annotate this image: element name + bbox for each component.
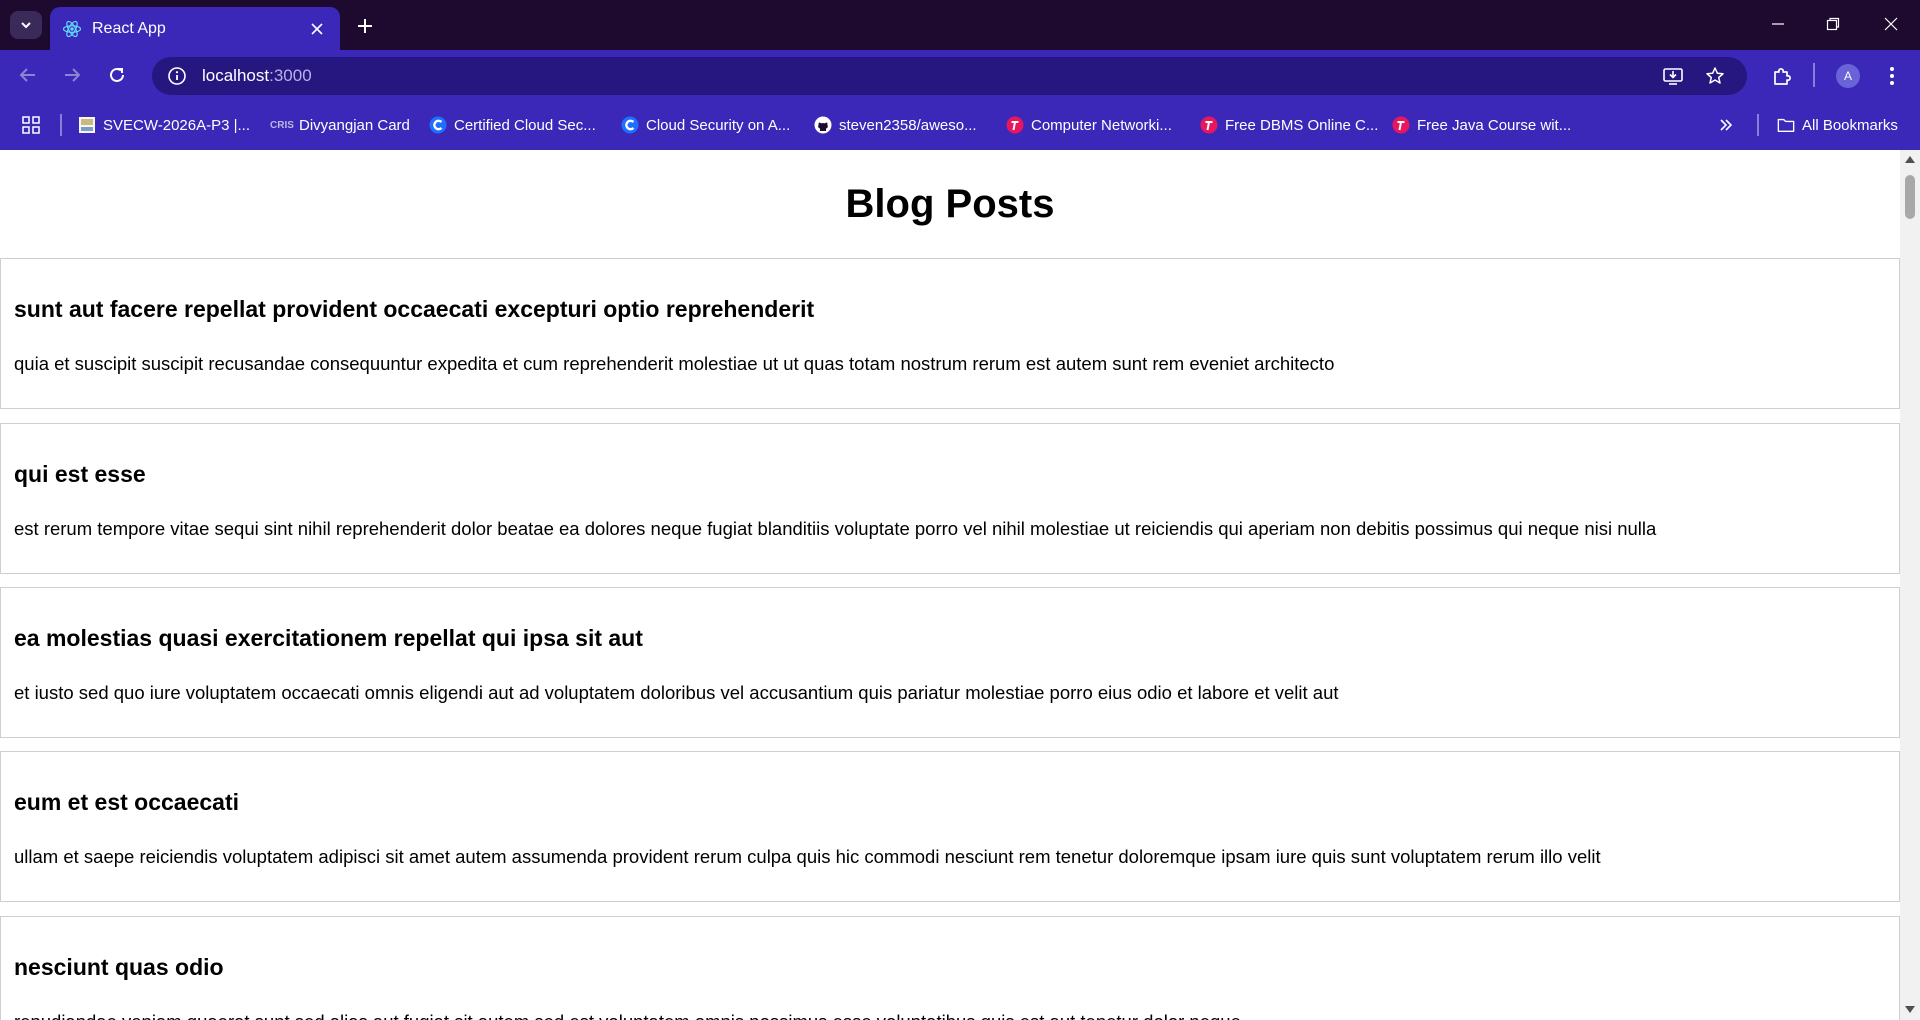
bookmark-label: Free Java Course wit... bbox=[1417, 116, 1572, 134]
post-title: eum et est occaecati bbox=[14, 789, 240, 815]
post-title: sunt aut facere repellat provident occae… bbox=[14, 296, 815, 322]
all-bookmarks-label: All Bookmarks bbox=[1802, 116, 1898, 134]
t-logo-icon bbox=[1200, 116, 1218, 134]
post-title: qui est esse bbox=[14, 461, 146, 487]
close-tab-button[interactable] bbox=[306, 18, 328, 40]
blog-post-card: qui est esse est rerum tempore vitae seq… bbox=[0, 423, 1900, 574]
chevron-down-icon bbox=[21, 22, 31, 29]
apps-grid-icon bbox=[22, 116, 40, 134]
bookmark-divyangjan[interactable]: CRIS Divyangjan Card bbox=[270, 112, 410, 138]
arrow-right-icon bbox=[65, 68, 81, 82]
bookmark-java[interactable]: Free Java Course wit... bbox=[1392, 112, 1571, 138]
bookmark-label: Divyangjan Card bbox=[299, 116, 410, 134]
forward-button[interactable] bbox=[56, 59, 88, 91]
chevron-double-right-icon bbox=[1717, 116, 1735, 134]
scrollbar-thumb[interactable] bbox=[1905, 175, 1915, 219]
close-icon bbox=[1884, 17, 1898, 31]
cris-icon: CRIS bbox=[270, 119, 294, 131]
folder-icon bbox=[1777, 116, 1795, 134]
close-icon bbox=[311, 22, 323, 35]
profile-button[interactable]: A bbox=[1834, 62, 1862, 90]
browser-toolbar: localhost:3000 A bbox=[0, 50, 1920, 100]
bookmark-label: steven2358/aweso... bbox=[839, 116, 977, 134]
toolbar-divider bbox=[1813, 63, 1815, 87]
close-window-button[interactable] bbox=[1871, 8, 1911, 40]
bookmark-label: Certified Cloud Sec... bbox=[454, 116, 596, 134]
bookmarks-divider bbox=[1757, 114, 1759, 136]
tab-title: React App bbox=[92, 19, 166, 37]
star-icon[interactable] bbox=[1702, 63, 1728, 89]
blog-post-card: ea molestias quasi exercitationem repell… bbox=[0, 587, 1900, 738]
all-bookmarks-button[interactable]: All Bookmarks bbox=[1777, 112, 1898, 138]
tab-react-app[interactable]: React App bbox=[50, 7, 340, 50]
url-port: :3000 bbox=[269, 66, 312, 85]
back-button[interactable] bbox=[12, 59, 44, 91]
t-logo-icon bbox=[1006, 116, 1024, 134]
bookmark-label: SVECW-2026A-P3 |... bbox=[103, 116, 251, 134]
bookmark-cloud-security[interactable]: Cloud Security on A... bbox=[621, 112, 790, 138]
bookmark-label: Free DBMS Online C... bbox=[1225, 116, 1379, 134]
page-icon bbox=[78, 116, 96, 134]
bookmark-label: Computer Networki... bbox=[1031, 116, 1172, 134]
c-logo-icon bbox=[621, 116, 639, 134]
scroll-down-arrow-icon[interactable] bbox=[1905, 1006, 1915, 1013]
bookmark-label: Cloud Security on A... bbox=[646, 116, 791, 134]
bookmark-certified-cloud[interactable]: Certified Cloud Sec... bbox=[429, 112, 596, 138]
plus-icon bbox=[358, 19, 372, 33]
kebab-menu-icon bbox=[1890, 67, 1894, 85]
bookmarks-overflow-button[interactable] bbox=[1717, 112, 1742, 138]
address-bar[interactable]: localhost:3000 bbox=[152, 57, 1747, 95]
apps-button[interactable] bbox=[22, 112, 47, 138]
bookmark-svecw[interactable]: SVECW-2026A-P3 |... bbox=[78, 112, 250, 138]
extensions-button[interactable] bbox=[1768, 62, 1796, 90]
post-body: est rerum tempore vitae sequi sint nihil… bbox=[14, 518, 1657, 539]
post-body: ullam et saepe reiciendis voluptatem adi… bbox=[14, 846, 1601, 867]
post-body: repudiandae veniam quaerat sunt sed alia… bbox=[14, 1011, 1241, 1020]
install-app-icon[interactable] bbox=[1660, 63, 1686, 89]
vertical-scrollbar[interactable] bbox=[1900, 150, 1920, 1020]
restore-button[interactable] bbox=[1813, 8, 1853, 40]
post-body: et iusto sed quo iure voluptatem occaeca… bbox=[14, 682, 1339, 703]
arrow-left-icon bbox=[19, 68, 35, 82]
tab-strip: React App bbox=[0, 0, 1920, 50]
github-icon bbox=[814, 116, 832, 134]
reload-icon bbox=[110, 67, 124, 82]
menu-button[interactable] bbox=[1878, 62, 1906, 90]
restore-icon bbox=[1826, 17, 1840, 31]
blog-post-card: nesciunt quas odio repudiandae veniam qu… bbox=[0, 916, 1900, 1020]
post-body: quia et suscipit suscipit recusandae con… bbox=[14, 353, 1335, 374]
site-info-icon[interactable] bbox=[166, 65, 188, 87]
bookmark-github[interactable]: steven2358/aweso... bbox=[814, 112, 977, 138]
bookmark-computer-networking[interactable]: Computer Networki... bbox=[1006, 112, 1172, 138]
react-icon bbox=[62, 19, 82, 39]
puzzle-icon bbox=[1774, 68, 1791, 85]
post-title: ea molestias quasi exercitationem repell… bbox=[14, 625, 643, 651]
blog-post-card: sunt aut facere repellat provident occae… bbox=[0, 258, 1900, 409]
minimize-icon bbox=[1772, 23, 1784, 25]
page-viewport: Blog Posts sunt aut facere repellat prov… bbox=[0, 150, 1900, 1020]
blog-post-card: eum et est occaecati ullam et saepe reic… bbox=[0, 751, 1900, 902]
t-logo-icon bbox=[1392, 116, 1410, 134]
new-tab-button[interactable] bbox=[352, 13, 378, 39]
reload-button[interactable] bbox=[101, 59, 133, 91]
scroll-up-arrow-icon[interactable] bbox=[1905, 156, 1915, 163]
post-title: nesciunt quas odio bbox=[14, 954, 224, 980]
minimize-button[interactable] bbox=[1758, 8, 1798, 40]
c-logo-icon bbox=[429, 116, 447, 134]
tab-search-button[interactable] bbox=[10, 11, 42, 39]
avatar: A bbox=[1836, 64, 1860, 88]
bookmarks-bar: SVECW-2026A-P3 |... CRIS Divyangjan Card… bbox=[0, 100, 1920, 150]
page-title: Blog Posts bbox=[845, 182, 1055, 226]
url-host: localhost bbox=[202, 66, 270, 85]
bookmark-dbms[interactable]: Free DBMS Online C... bbox=[1200, 112, 1378, 138]
bookmarks-divider bbox=[60, 114, 62, 136]
